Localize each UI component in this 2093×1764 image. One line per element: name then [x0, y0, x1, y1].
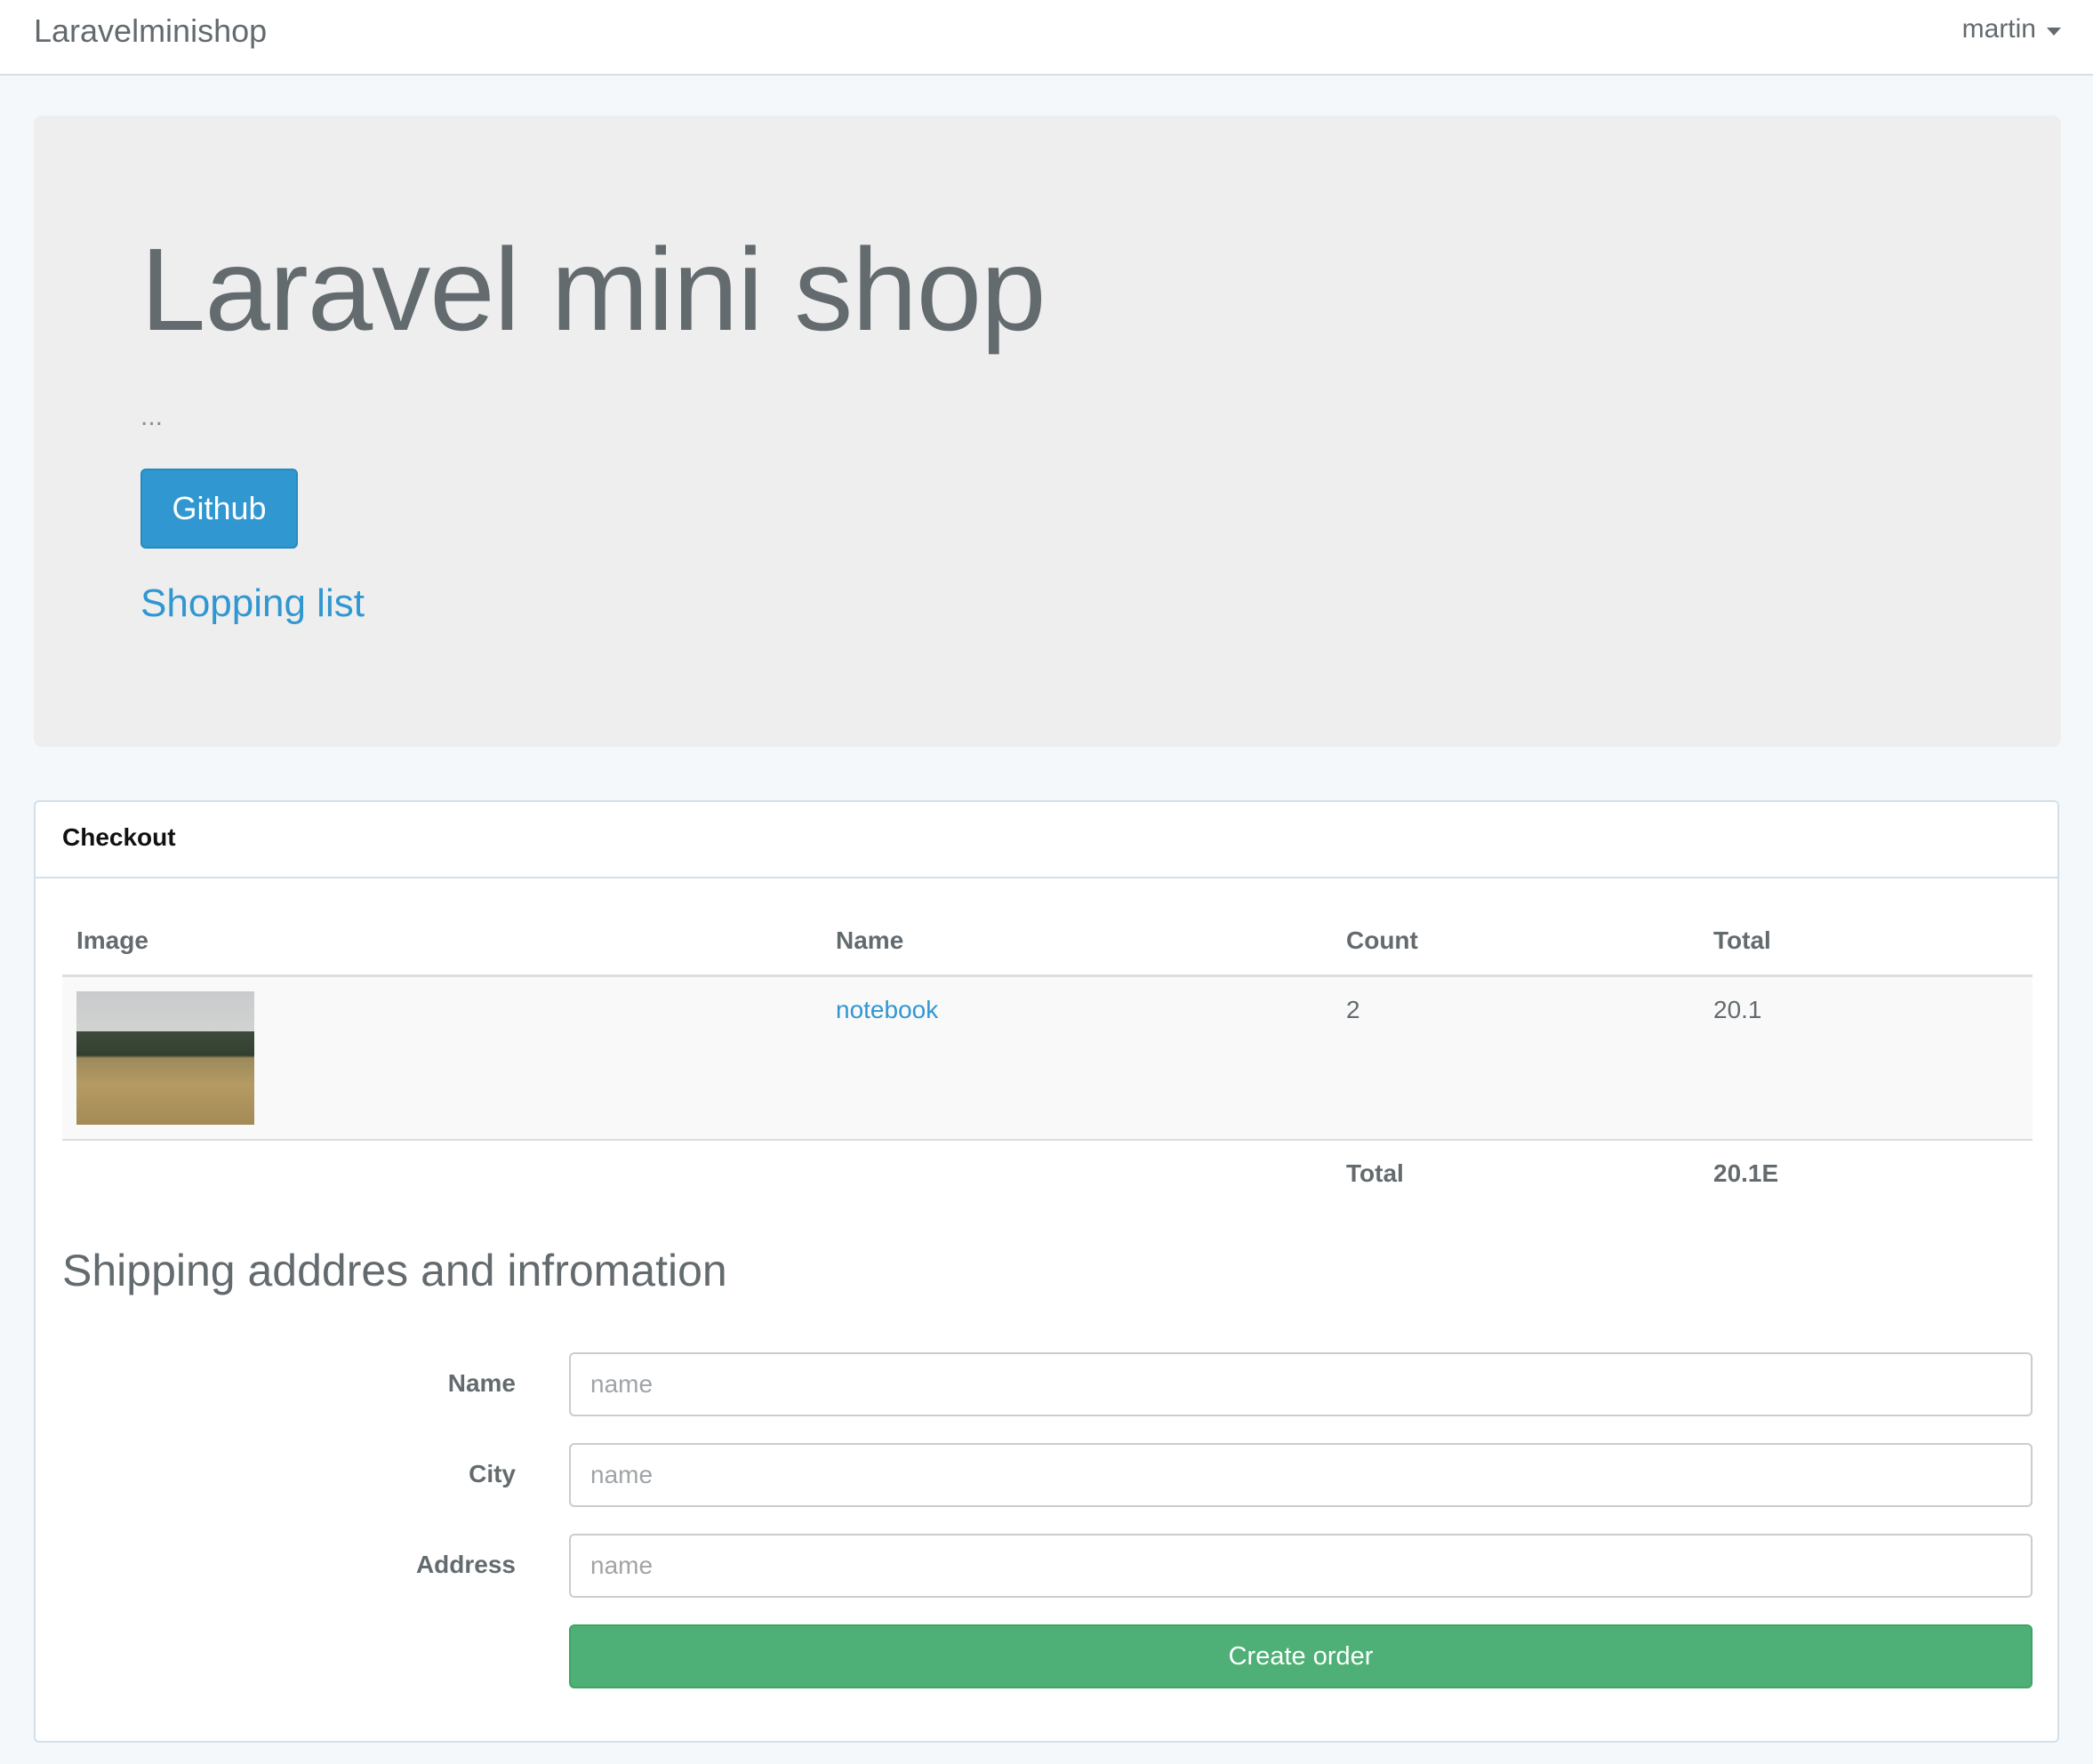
column-header-image: Image	[76, 926, 148, 954]
create-order-button[interactable]: Create order	[569, 1624, 2033, 1688]
shipping-section-title: Shipping adddres and infromation	[62, 1246, 727, 1295]
github-button[interactable]: Github	[140, 469, 298, 549]
shopping-list-link[interactable]: Shopping list	[140, 581, 365, 626]
checkout-heading: Checkout	[62, 823, 176, 851]
city-input[interactable]	[569, 1443, 2033, 1507]
checkout-panel: Checkout Image Name Count Total notebook…	[34, 800, 2059, 1743]
user-name: martin	[1961, 14, 2036, 44]
product-total: 20.1	[1713, 996, 1762, 1023]
address-input[interactable]	[569, 1534, 2033, 1598]
jumbotron-subtitle: ...	[140, 402, 164, 431]
column-header-count: Count	[1346, 926, 1418, 954]
product-name-link[interactable]: notebook	[836, 996, 938, 1024]
order-total-value: 20.1E	[1713, 1159, 1779, 1187]
order-total-label: Total	[1346, 1159, 1404, 1187]
name-field-label: Name	[447, 1369, 516, 1397]
column-header-total: Total	[1713, 926, 1771, 954]
page-title: Laravel mini shop	[140, 224, 1046, 355]
column-header-name: Name	[836, 926, 904, 954]
user-dropdown[interactable]: martin	[1962, 14, 2061, 44]
address-field-label: Address	[415, 1551, 516, 1578]
name-input[interactable]	[569, 1352, 2033, 1416]
table-row-divider	[62, 1139, 2033, 1141]
city-field-label: City	[469, 1460, 516, 1487]
caret-down-icon	[2047, 27, 2061, 36]
brand-link[interactable]: Laravelminishop	[34, 12, 267, 50]
checkout-panel-heading: Checkout	[36, 802, 2057, 878]
product-count: 2	[1346, 996, 1360, 1023]
product-image	[76, 991, 254, 1125]
top-navbar: Laravelminishop martin	[0, 0, 2093, 76]
jumbotron: Laravel mini shop ... Github Shopping li…	[34, 116, 2061, 747]
